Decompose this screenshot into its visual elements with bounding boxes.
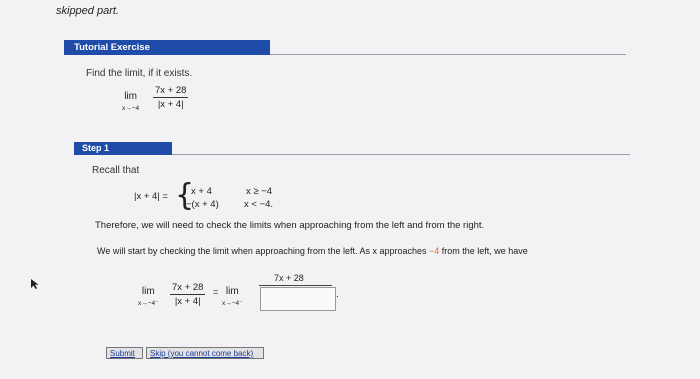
section-divider (270, 54, 626, 55)
case-1-expression: x + 4 (191, 186, 212, 197)
left-limit-operator: lim x→−4⁻ (138, 286, 159, 309)
limit-operator: lim x→−4 (122, 91, 139, 114)
limit-approach: x→−4 (122, 105, 140, 112)
trailing-period: . (336, 289, 339, 300)
therefore-text: Therefore, we will need to check the lim… (95, 220, 485, 231)
case-2-condition: x < −4. (244, 199, 274, 210)
fraction-numerator: 7x + 28 (170, 282, 206, 295)
answer-input[interactable] (260, 287, 336, 311)
absolute-value-lhs: |x + 4| = (134, 191, 168, 202)
rhs-limit-approach: x→−4⁻ (222, 300, 243, 307)
skip-button[interactable]: Skip (you cannot come back) (146, 347, 264, 359)
left-limit-fraction: 7x + 28 |x + 4| (170, 282, 206, 307)
exercise-prompt: Find the limit, if it exists. (86, 68, 193, 79)
page-title: skipped part. (56, 5, 119, 17)
rhs-limit-operator: lim x→−4⁻ (222, 286, 243, 309)
explanation-pre: We will start by checking the limit when… (97, 246, 429, 256)
lim-label: lim (124, 91, 137, 102)
approach-value-highlight: −4 (429, 246, 440, 256)
lim-label: lim (225, 286, 239, 297)
explanation-post: from the left, we have (439, 246, 528, 256)
fraction-denominator: |x + 4| (157, 99, 184, 110)
equals-sign: = (213, 287, 219, 297)
tutorial-exercise-header: Tutorial Exercise (64, 40, 270, 55)
limit-fraction: 7x + 28 |x + 4| (153, 85, 189, 110)
mouse-pointer-icon (31, 279, 39, 289)
left-limit-explanation: We will start by checking the limit when… (97, 245, 582, 258)
case-1-condition: x ≥ −4 (246, 186, 273, 197)
case-2-expression: −(x + 4) (186, 199, 219, 210)
submit-button[interactable]: Submit (106, 347, 143, 359)
recall-text: Recall that (92, 165, 140, 176)
left-limit-approach: x→−4⁻ (138, 300, 159, 307)
fraction-numerator: 7x + 28 (153, 85, 189, 98)
step-divider (172, 154, 630, 155)
fraction-denominator: |x + 4| (174, 296, 201, 307)
lim-label: lim (141, 286, 155, 297)
rhs-fraction-bar (259, 285, 332, 286)
step-1-header: Step 1 (74, 142, 172, 155)
rhs-numerator: 7x + 28 (274, 273, 304, 283)
